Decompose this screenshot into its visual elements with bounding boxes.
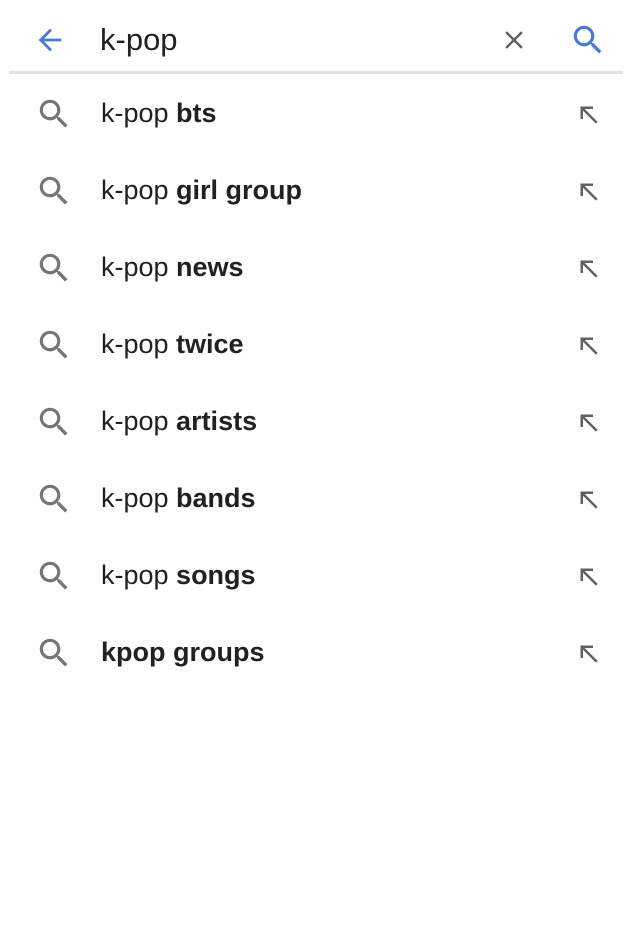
suggestion-label: k-pop bts bbox=[101, 94, 217, 132]
suggestion-completion: songs bbox=[176, 560, 256, 590]
search-icon bbox=[34, 402, 74, 442]
suggestion-item-8[interactable]: kpop groups bbox=[0, 613, 640, 690]
suggestion-item-6[interactable]: k-pop bands bbox=[0, 459, 640, 536]
suggestion-completion: twice bbox=[176, 329, 244, 359]
suggestion-query-prefix: k-pop bbox=[101, 98, 177, 128]
fill-query-button[interactable] bbox=[566, 400, 610, 444]
arrow-up-left-icon bbox=[580, 183, 598, 201]
arrow-left-icon bbox=[38, 28, 62, 52]
suggestion-query-prefix: k-pop bbox=[101, 175, 177, 205]
arrow-up-left-icon bbox=[580, 414, 598, 432]
fill-query-button[interactable] bbox=[566, 169, 610, 213]
fill-query-button[interactable] bbox=[566, 631, 610, 675]
suggestion-item-1[interactable]: k-pop bts bbox=[0, 74, 640, 151]
suggestion-label: k-pop girl group bbox=[101, 171, 302, 209]
suggestion-completion: bands bbox=[176, 483, 256, 513]
search-icon bbox=[34, 248, 74, 288]
search-icon bbox=[573, 25, 602, 54]
suggestion-item-7[interactable]: k-pop songs bbox=[0, 536, 640, 613]
suggestion-completion: kpop groups bbox=[101, 637, 265, 667]
suggestion-label: k-pop news bbox=[101, 248, 244, 286]
arrow-up-left-icon bbox=[580, 260, 598, 278]
arrow-up-left-icon bbox=[580, 568, 598, 586]
arrow-up-left-icon bbox=[580, 337, 598, 355]
search-icon bbox=[34, 325, 74, 365]
suggestion-query-prefix: k-pop bbox=[101, 406, 177, 436]
search-icon bbox=[34, 556, 74, 596]
suggestion-item-3[interactable]: k-pop news bbox=[0, 228, 640, 305]
suggestion-item-5[interactable]: k-pop artists bbox=[0, 382, 640, 459]
suggestion-completion: artists bbox=[176, 406, 258, 436]
suggestion-query-prefix: k-pop bbox=[101, 560, 177, 590]
arrow-up-left-icon bbox=[580, 106, 598, 124]
fill-query-button[interactable] bbox=[566, 323, 610, 367]
suggestion-label: k-pop artists bbox=[101, 402, 257, 440]
fill-query-button[interactable] bbox=[566, 92, 610, 136]
back-button[interactable] bbox=[28, 18, 72, 62]
search-icon bbox=[34, 94, 74, 134]
suggestion-label: kpop groups bbox=[101, 633, 265, 671]
fill-query-button[interactable] bbox=[566, 246, 610, 290]
search-input[interactable] bbox=[100, 20, 480, 60]
suggestion-item-2[interactable]: k-pop girl group bbox=[0, 151, 640, 228]
suggestion-item-4[interactable]: k-pop twice bbox=[0, 305, 640, 382]
suggestion-list: k-pop bts k-pop girl group k-pop news k-… bbox=[0, 74, 640, 690]
clear-button[interactable] bbox=[492, 18, 536, 62]
close-icon bbox=[505, 31, 523, 49]
search-submit-button[interactable] bbox=[566, 18, 610, 62]
suggestion-completion: girl group bbox=[176, 175, 303, 205]
suggestion-query-prefix: k-pop bbox=[101, 483, 177, 513]
fill-query-button[interactable] bbox=[566, 477, 610, 521]
suggestion-completion: bts bbox=[176, 98, 217, 128]
arrow-up-left-icon bbox=[580, 645, 598, 663]
fill-query-button[interactable] bbox=[566, 554, 610, 598]
suggestion-query-prefix: k-pop bbox=[101, 252, 177, 282]
suggestion-label: k-pop twice bbox=[101, 325, 244, 363]
search-icon bbox=[34, 479, 74, 519]
search-icon bbox=[34, 633, 74, 673]
suggestion-completion: news bbox=[176, 252, 244, 282]
suggestion-query-prefix: k-pop bbox=[101, 329, 177, 359]
suggestion-label: k-pop bands bbox=[101, 479, 256, 517]
search-icon bbox=[34, 171, 74, 211]
search-bar bbox=[0, 0, 640, 72]
arrow-up-left-icon bbox=[580, 491, 598, 509]
suggestion-label: k-pop songs bbox=[101, 556, 256, 594]
